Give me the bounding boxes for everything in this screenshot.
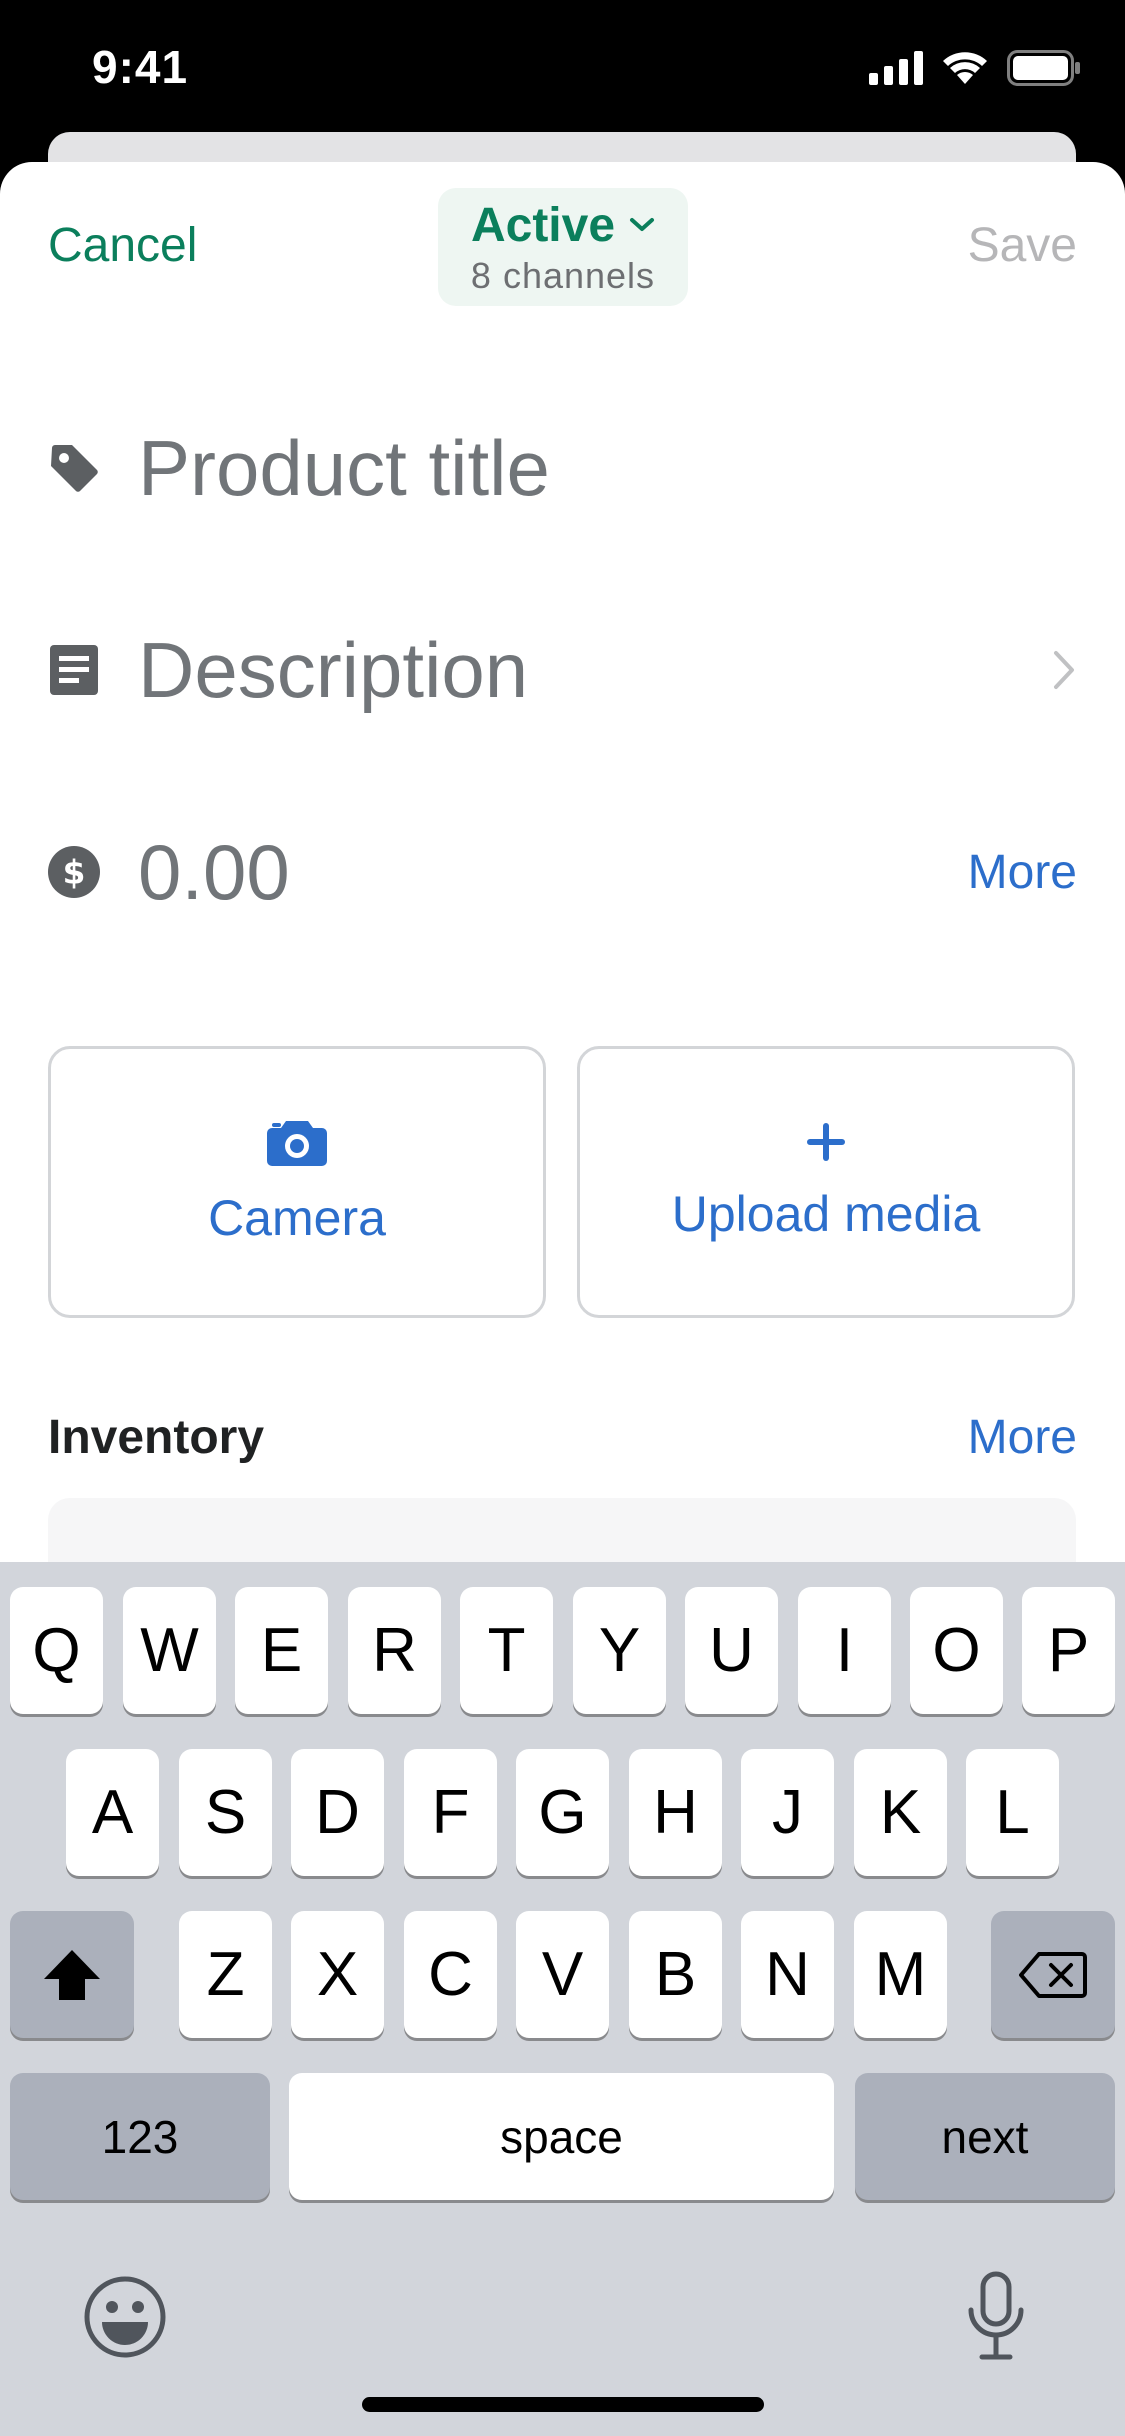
pricing-more-button[interactable]: More [968,845,1077,900]
document-icon [48,644,100,696]
home-indicator [362,2397,764,2412]
plus-icon [807,1123,845,1161]
key-d[interactable]: D [291,1749,384,1876]
key-y[interactable]: Y [573,1587,666,1714]
key-z[interactable]: Z [179,1911,272,2038]
upload-media-label: Upload media [671,1186,981,1242]
key-g[interactable]: G [516,1749,609,1876]
camera-icon [267,1121,327,1166]
chevron-down-icon [630,218,655,231]
key-o[interactable]: O [910,1587,1003,1714]
key-h[interactable]: H [629,1749,722,1876]
status-subtitle: 8 channels [470,254,656,296]
camera-label: Camera [208,1190,386,1246]
title-field[interactable]: Product title [0,408,1125,528]
key-w[interactable]: W [123,1587,216,1714]
status-selector[interactable]: Active 8 channels [438,188,688,306]
save-button[interactable]: Save [968,218,1077,273]
key-t[interactable]: T [460,1587,553,1714]
key-m[interactable]: M [854,1911,947,2038]
price-field[interactable]: $ 0.00 More [0,812,1125,932]
battery-icon [1007,50,1080,86]
upload-media-button[interactable]: Upload media [577,1046,1075,1318]
key-l[interactable]: L [966,1749,1059,1876]
key-n[interactable]: N [741,1911,834,2038]
title-input[interactable]: Product title [138,423,550,514]
key-f[interactable]: F [404,1749,497,1876]
shift-key[interactable] [10,1911,134,2038]
key-p[interactable]: P [1022,1587,1115,1714]
status-icons [869,50,1081,86]
key-b[interactable]: B [629,1911,722,2038]
description-input[interactable]: Description [138,625,528,716]
next-key[interactable]: next [855,2073,1115,2200]
numbers-key[interactable]: 123 [10,2073,270,2200]
key-v[interactable]: V [516,1911,609,2038]
space-key[interactable]: space [289,2073,834,2200]
camera-button[interactable]: Camera [48,1046,546,1318]
wifi-icon [943,52,987,84]
svg-text:$: $ [63,854,86,892]
key-c[interactable]: C [404,1911,497,2038]
key-k[interactable]: K [854,1749,947,1876]
key-x[interactable]: X [291,1911,384,2038]
key-s[interactable]: S [179,1749,272,1876]
status-bar: 9:41 [0,0,1125,140]
chevron-right-icon [1054,651,1074,689]
microphone-icon[interactable] [964,2270,1028,2362]
tag-icon [48,442,100,494]
cellular-signal-icon [869,51,923,85]
description-field[interactable]: Description [0,610,1125,730]
dollar-icon: $ [48,846,100,898]
emoji-icon[interactable] [82,2274,168,2360]
keyboard: Q W E R T Y U I O P A S D F G H J K L Z … [0,1562,1125,2436]
key-i[interactable]: I [798,1587,891,1714]
inventory-heading: Inventory [48,1411,265,1464]
inventory-more-button[interactable]: More [968,1410,1077,1465]
cancel-button[interactable]: Cancel [48,218,197,273]
key-a[interactable]: A [66,1749,159,1876]
key-e[interactable]: E [235,1587,328,1714]
delete-key[interactable] [991,1911,1115,2038]
key-r[interactable]: R [348,1587,441,1714]
key-j[interactable]: J [741,1749,834,1876]
shift-arrow-icon [44,1949,100,2000]
key-q[interactable]: Q [10,1587,103,1714]
status-title: Active [470,198,616,252]
status-time: 9:41 [92,41,189,93]
backspace-icon [1019,1951,1087,1998]
price-input[interactable]: 0.00 [138,827,290,918]
key-u[interactable]: U [685,1587,778,1714]
